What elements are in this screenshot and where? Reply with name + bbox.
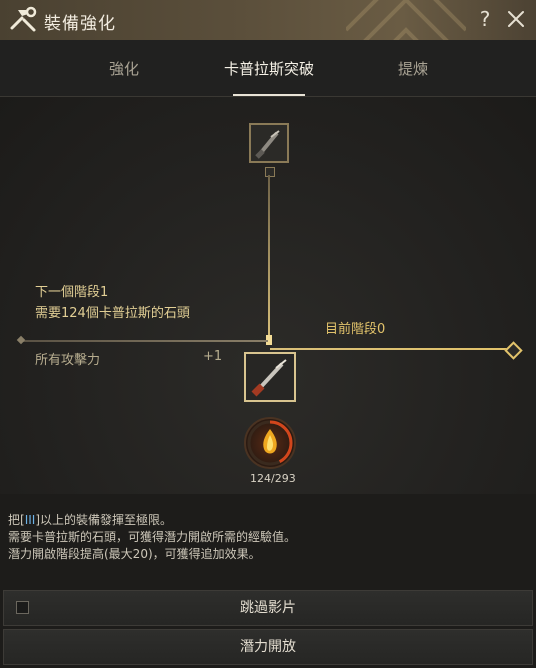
stat-line-left [22, 340, 268, 342]
stone-progress-text: 124/293 [250, 472, 296, 485]
tab-bar: 強化 卡普拉斯突破 提煉 [0, 40, 536, 97]
stat-name: 所有攻擊力 [35, 353, 101, 368]
info-line-2: 需要卡普拉斯的石頭，可獲得潛力開啟所需的經驗值。 [8, 530, 297, 544]
equipment-enhance-window: 裝備強化 ? 強化 卡普拉斯突破 提煉 下一個階段1 需要124個卡普拉斯的石頭… [0, 0, 536, 668]
stat-value: +1 [203, 349, 223, 364]
next-stage-label: 下一個階段1 [35, 285, 109, 300]
next-stage-item-slot[interactable] [249, 123, 289, 163]
hammer-wrench-icon [10, 6, 37, 32]
unlock-potential-button[interactable]: 潛力開放 [3, 629, 533, 665]
skip-video-checkbox[interactable] [16, 601, 29, 614]
connector-node [265, 167, 275, 177]
caphras-stone-orb[interactable] [244, 417, 296, 469]
sword-icon [251, 359, 287, 397]
tab-enhance[interactable]: 強化 [74, 40, 174, 96]
current-stage-label: 目前階段0 [325, 322, 386, 337]
help-button[interactable]: ? [474, 6, 496, 32]
info-line-1: 把[III]以上的裝備發揮至極限。 [8, 513, 172, 527]
skip-video-label: 跳過影片 [240, 600, 296, 616]
active-tab-indicator [233, 94, 305, 96]
title-decoration-icon [346, 0, 466, 40]
title-bar[interactable]: 裝備強化 ? [0, 0, 536, 40]
line-end-diamond-right [504, 341, 523, 360]
window-title: 裝備強化 [44, 14, 116, 34]
breakthrough-panel: 下一個階段1 需要124個卡普拉斯的石頭 所有攻擊力 +1 目前階段0 124/… [0, 97, 536, 494]
sword-icon [255, 130, 280, 159]
line-end-diamond-left [16, 335, 26, 345]
tab-refine[interactable]: 提煉 [363, 40, 463, 96]
unlock-potential-label: 潛力開放 [240, 639, 296, 655]
info-line-3: 潛力開啟階段提高(最大20)，可獲得追加效果。 [8, 547, 261, 561]
skip-video-button[interactable]: 跳過影片 [3, 590, 533, 626]
requirement-text: 需要124個卡普拉斯的石頭 [35, 306, 190, 321]
current-stage-line [270, 348, 508, 350]
tab-caphras-breakthrough[interactable]: 卡普拉斯突破 [209, 40, 329, 96]
caphras-stone-icon [247, 420, 293, 466]
grade-roman: III [24, 513, 36, 527]
current-item-slot[interactable] [244, 352, 296, 402]
progress-vertical-line [268, 175, 270, 340]
close-icon[interactable] [504, 7, 528, 31]
info-text: 把[III]以上的裝備發揮至極限。 需要卡普拉斯的石頭，可獲得潛力開啟所需的經驗… [8, 512, 296, 563]
